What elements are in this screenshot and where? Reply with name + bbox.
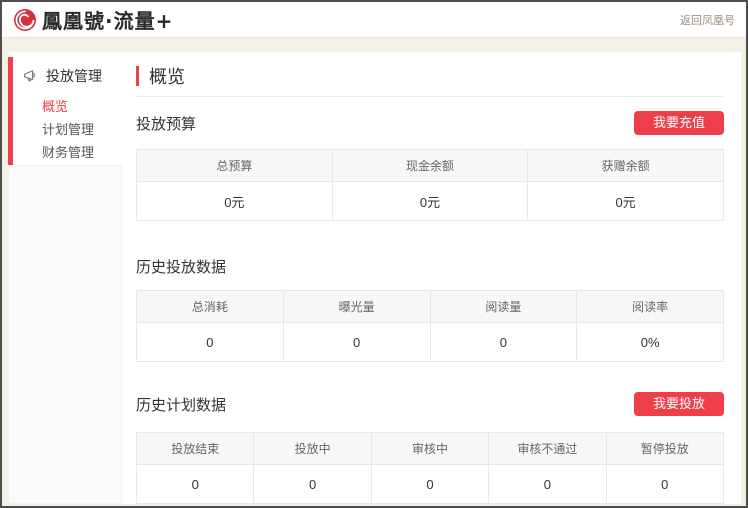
sidebar-group-delivery-management[interactable]: 投放管理: [8, 52, 122, 86]
section-plan-data-title: 历史计划数据: [136, 394, 226, 415]
delivery-paused-value: 0: [606, 465, 723, 504]
delivering-value: 0: [254, 465, 371, 504]
delivery-ended-value: 0: [137, 465, 254, 504]
col-exposure: 曝光量: [283, 291, 430, 323]
total-consumption-value: 0: [137, 323, 284, 362]
table-header-row: 总消耗 曝光量 阅读量 阅读率: [137, 291, 724, 323]
top-header: 鳳凰號·流量+ 返回凤凰号: [2, 2, 746, 38]
start-delivery-button[interactable]: 我要投放: [634, 392, 724, 416]
col-reads: 阅读量: [430, 291, 577, 323]
table-value-row: 0元 0元 0元: [137, 182, 724, 221]
phoenix-swirl-icon: [13, 8, 37, 32]
col-total-consumption: 总消耗: [137, 291, 284, 323]
in-review-value: 0: [371, 465, 488, 504]
section-plan-data-header: 历史计划数据 我要投放: [136, 392, 724, 416]
table-header-row: 投放结束 投放中 审核中 审核不通过 暂停投放: [137, 433, 724, 465]
gift-balance-value: 0元: [528, 182, 724, 221]
recharge-button[interactable]: 我要充值: [634, 111, 724, 135]
col-total-budget: 总预算: [137, 150, 333, 182]
back-to-ifeng-link[interactable]: 返回凤凰号: [680, 12, 735, 28]
title-divider: [136, 96, 724, 97]
section-budget-header: 投放预算 我要充值: [136, 111, 724, 135]
col-in-review: 审核中: [371, 433, 488, 465]
app-window: 鳳凰號·流量+ 返回凤凰号 投放管理 概览 计划管理 财务管理: [0, 0, 748, 508]
section-history-data-header: 历史投放数据: [136, 254, 724, 278]
content-area: 概览 投放预算 我要充值 总预算 现金余额 获赠余额 0元: [122, 52, 741, 504]
col-gift-balance: 获赠余额: [528, 150, 724, 182]
sidebar-lower-panel: [8, 165, 122, 504]
section-budget-title: 投放预算: [136, 113, 196, 134]
cash-balance-value: 0元: [332, 182, 528, 221]
page-title: 概览: [149, 63, 185, 89]
col-delivering: 投放中: [254, 433, 371, 465]
sidebar-menu: 概览 计划管理 财务管理: [8, 95, 122, 164]
brand-title: 鳳凰號·流量+: [42, 5, 173, 34]
col-delivery-ended: 投放结束: [137, 433, 254, 465]
megaphone-icon: [23, 69, 39, 83]
col-read-rate: 阅读率: [577, 291, 724, 323]
sidebar: 投放管理 概览 计划管理 财务管理: [8, 52, 122, 504]
sidebar-item-overview[interactable]: 概览: [42, 95, 122, 118]
plan-data-table: 投放结束 投放中 审核中 审核不通过 暂停投放 0 0 0 0 0: [136, 432, 724, 504]
budget-table: 总预算 现金余额 获赠余额 0元 0元 0元: [136, 149, 724, 221]
reads-value: 0: [430, 323, 577, 362]
total-budget-value: 0元: [137, 182, 333, 221]
col-review-rejected: 审核不通过: [489, 433, 606, 465]
sidebar-item-plan-management[interactable]: 计划管理: [42, 118, 122, 141]
main-panel: 投放管理 概览 计划管理 财务管理 概览 投放预算 我要充值: [8, 52, 741, 504]
sidebar-active-bar: [8, 57, 13, 165]
history-data-table: 总消耗 曝光量 阅读量 阅读率 0 0 0 0%: [136, 290, 724, 362]
table-header-row: 总预算 现金余额 获赠余额: [137, 150, 724, 182]
col-cash-balance: 现金余额: [332, 150, 528, 182]
title-accent-bar: [136, 66, 139, 86]
sidebar-item-finance-management[interactable]: 财务管理: [42, 141, 122, 164]
table-value-row: 0 0 0 0 0: [137, 465, 724, 504]
review-rejected-value: 0: [489, 465, 606, 504]
exposure-value: 0: [283, 323, 430, 362]
sidebar-group-label: 投放管理: [46, 66, 102, 86]
table-value-row: 0 0 0 0%: [137, 323, 724, 362]
section-history-data-title: 历史投放数据: [136, 256, 226, 277]
col-delivery-paused: 暂停投放: [606, 433, 723, 465]
read-rate-value: 0%: [577, 323, 724, 362]
brand: 鳳凰號·流量+: [13, 5, 173, 34]
page-title-row: 概览: [136, 64, 724, 87]
